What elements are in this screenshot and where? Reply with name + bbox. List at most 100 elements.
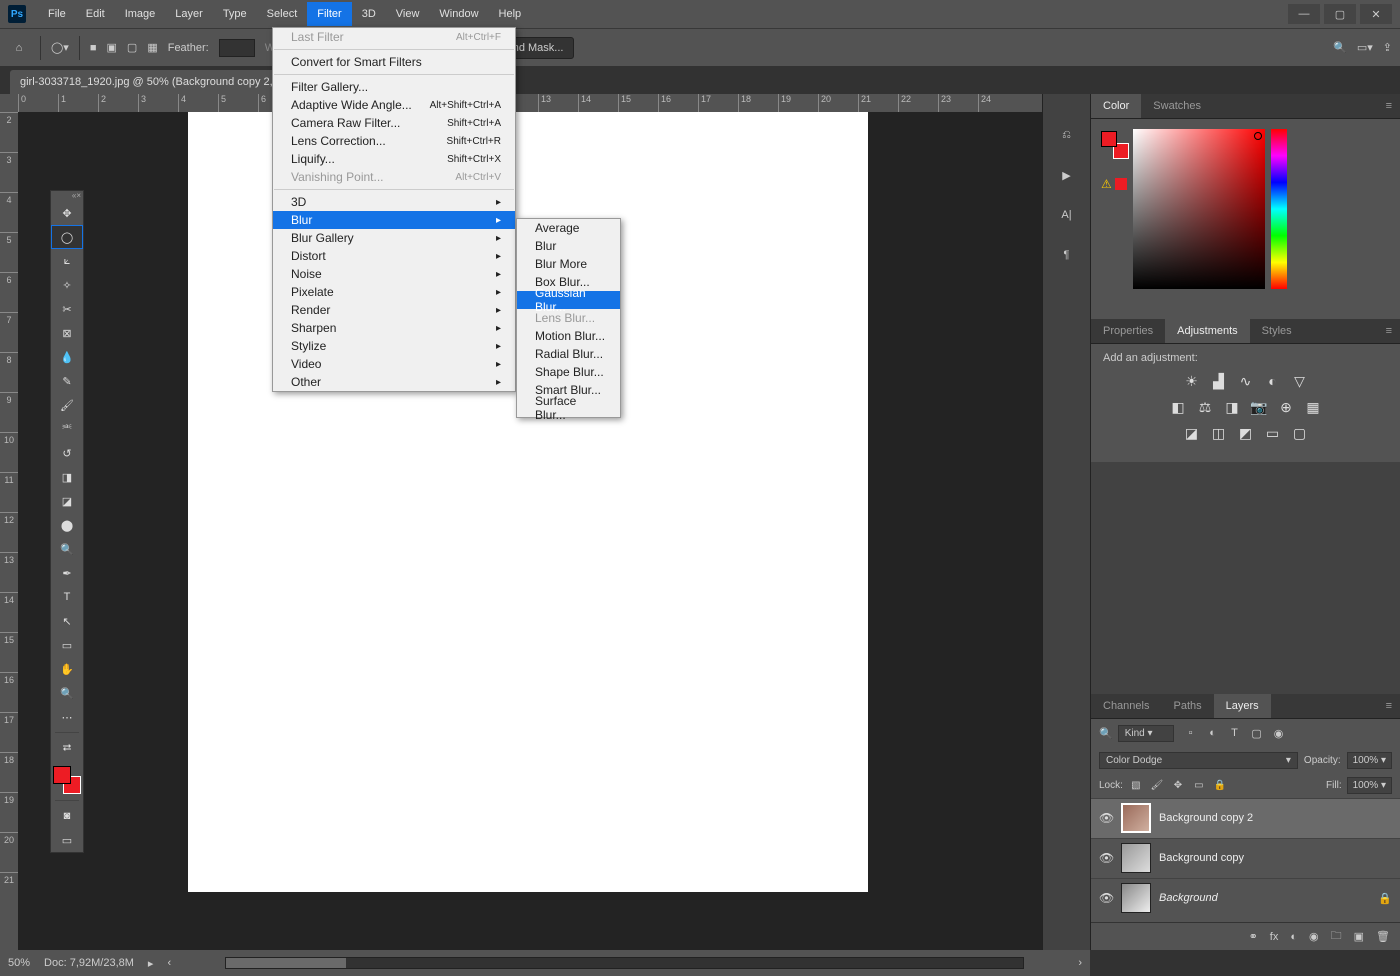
visibility-icon[interactable]: 👁 — [1099, 811, 1113, 825]
menu-item-file[interactable]: File — [38, 2, 76, 26]
menu-item-view[interactable]: View — [386, 2, 430, 26]
blur-submenu-item[interactable]: Motion Blur... — [517, 327, 620, 345]
menu-item-select[interactable]: Select — [257, 2, 308, 26]
posterize-icon[interactable]: ◫ — [1210, 424, 1228, 442]
layer-style-icon[interactable]: fx — [1270, 931, 1279, 943]
filter-adjustment-icon[interactable]: ◐ — [1205, 725, 1221, 741]
blur-submenu-item[interactable]: Shape Blur... — [517, 363, 620, 381]
brightness-icon[interactable]: ☀ — [1183, 372, 1201, 390]
visibility-icon[interactable]: 👁 — [1099, 851, 1113, 865]
opacity-value[interactable]: 100% ▾ — [1347, 752, 1392, 769]
marquee-tool[interactable]: ◯ — [51, 225, 83, 249]
hand-tool[interactable]: ✋ — [51, 657, 83, 681]
delete-layer-icon[interactable]: 🗑 — [1376, 930, 1390, 943]
selective-color-icon[interactable]: ▢ — [1291, 424, 1309, 442]
filter-menu-item[interactable]: Sharpen▸ — [273, 319, 515, 337]
frame-tool[interactable]: ⊠ — [51, 321, 83, 345]
link-layers-icon[interactable]: ⚭ — [1249, 930, 1258, 943]
brush-tool[interactable]: 🖌 — [51, 393, 83, 417]
close-window-button[interactable]: ✕ — [1360, 4, 1392, 24]
threshold-icon[interactable]: ◩ — [1237, 424, 1255, 442]
menu-item-type[interactable]: Type — [213, 2, 257, 26]
layer-thumbnail[interactable] — [1121, 883, 1151, 913]
scroll-right-icon[interactable]: › — [1078, 957, 1082, 969]
blur-submenu-item[interactable]: Blur More — [517, 255, 620, 273]
layer-name[interactable]: Background copy — [1159, 852, 1244, 864]
layer-row[interactable]: 👁 Background 🔒 — [1091, 878, 1400, 918]
history-panel-icon[interactable]: ⎌ — [1056, 124, 1078, 146]
blur-submenu-item[interactable]: Gaussian Blur... — [517, 291, 620, 309]
horizontal-scrollbar[interactable] — [225, 957, 1024, 969]
lock-transparent-icon[interactable]: ▧ — [1128, 777, 1144, 793]
menu-item-help[interactable]: Help — [489, 2, 532, 26]
filter-menu-item[interactable]: Other▸ — [273, 373, 515, 391]
healing-brush-tool[interactable]: ✎ — [51, 369, 83, 393]
layer-thumbnail[interactable] — [1121, 843, 1151, 873]
layer-row[interactable]: 👁 Background copy 2 — [1091, 798, 1400, 838]
workspace-switcher-icon[interactable]: ▭▾ — [1357, 41, 1373, 54]
move-tool[interactable]: ✥ — [51, 201, 83, 225]
menu-item-edit[interactable]: Edit — [76, 2, 115, 26]
selection-add-icon[interactable]: ▣ — [107, 41, 117, 54]
filter-menu-item[interactable]: Render▸ — [273, 301, 515, 319]
gradient-map-icon[interactable]: ▭ — [1264, 424, 1282, 442]
lock-all-icon[interactable]: 🔒 — [1212, 777, 1228, 793]
menu-item-layer[interactable]: Layer — [165, 2, 213, 26]
visibility-icon[interactable]: 👁 — [1099, 891, 1113, 905]
tab-adjustments[interactable]: Adjustments — [1165, 319, 1250, 343]
selection-intersect-icon[interactable]: ▦ — [147, 41, 157, 54]
filter-type-icon[interactable]: T — [1227, 725, 1243, 741]
blur-submenu-item[interactable]: Blur — [517, 237, 620, 255]
menu-item-image[interactable]: Image — [115, 2, 166, 26]
filter-menu-item[interactable]: Video▸ — [273, 355, 515, 373]
home-icon[interactable]: ⌂ — [8, 37, 30, 59]
play-icon[interactable]: ▶ — [1056, 164, 1078, 186]
blur-tool[interactable]: ⬤ — [51, 513, 83, 537]
filter-menu-item[interactable]: Blur Gallery▸ — [273, 229, 515, 247]
layer-thumbnail[interactable] — [1121, 803, 1151, 833]
bw-icon[interactable]: ◨ — [1223, 398, 1241, 416]
tab-styles[interactable]: Styles — [1250, 319, 1304, 343]
selection-new-icon[interactable]: ■ — [90, 42, 97, 54]
menu-item-filter[interactable]: Filter — [307, 2, 351, 26]
filter-menu-item[interactable]: 3D▸ — [273, 193, 515, 211]
pen-tool[interactable]: ✒ — [51, 561, 83, 585]
quick-mask-icon[interactable]: ◙ — [51, 804, 83, 828]
menu-item-3d[interactable]: 3D — [352, 2, 386, 26]
filter-menu-item[interactable]: Blur▸ — [273, 211, 515, 229]
eraser-tool[interactable]: ◨ — [51, 465, 83, 489]
doc-info-arrow-icon[interactable]: ▸ — [148, 957, 154, 970]
blur-submenu-item[interactable]: Average — [517, 219, 620, 237]
exposure-icon[interactable]: ◐ — [1264, 372, 1282, 390]
photo-filter-icon[interactable]: 📷 — [1250, 398, 1268, 416]
character-panel-icon[interactable]: A| — [1056, 204, 1078, 226]
filter-menu-item[interactable]: Stylize▸ — [273, 337, 515, 355]
eyedropper-tool[interactable]: 💧 — [51, 345, 83, 369]
dodge-tool[interactable]: 🔍 — [51, 537, 83, 561]
filter-shape-icon[interactable]: ▢ — [1249, 725, 1265, 741]
blend-mode-select[interactable]: Color Dodge▾ — [1099, 752, 1298, 769]
layer-row[interactable]: 👁 Background copy — [1091, 838, 1400, 878]
type-tool[interactable]: T — [51, 585, 83, 609]
filter-menu-item[interactable]: Noise▸ — [273, 265, 515, 283]
panel-menu-icon[interactable]: ≡ — [1378, 94, 1400, 118]
tab-properties[interactable]: Properties — [1091, 319, 1165, 343]
panel-menu-icon[interactable]: ≡ — [1378, 319, 1400, 343]
lasso-tool[interactable]: ⟀ — [51, 249, 83, 273]
search-icon[interactable]: 🔍 — [1333, 41, 1347, 54]
gamut-warning-icon[interactable]: ⚠ — [1101, 177, 1112, 191]
color-swatch-pair[interactable] — [1101, 131, 1123, 153]
layer-mask-icon[interactable]: ◐ — [1290, 931, 1297, 943]
hue-slider[interactable] — [1271, 129, 1287, 289]
gamut-swatch[interactable] — [1115, 178, 1127, 190]
paragraph-panel-icon[interactable]: ¶ — [1056, 244, 1078, 266]
shape-tool[interactable]: ▭ — [51, 633, 83, 657]
gradient-tool[interactable]: ◪ — [51, 489, 83, 513]
lock-artboard-icon[interactable]: ▭ — [1191, 777, 1207, 793]
lock-paint-icon[interactable]: 🖌 — [1149, 777, 1165, 793]
selection-subtract-icon[interactable]: ▢ — [127, 41, 137, 54]
new-layer-icon[interactable]: ▣ — [1354, 930, 1364, 943]
foreground-swatch[interactable] — [53, 766, 71, 784]
filter-kind-select[interactable]: Kind ▾ — [1118, 725, 1174, 742]
color-balance-icon[interactable]: ⚖ — [1196, 398, 1214, 416]
